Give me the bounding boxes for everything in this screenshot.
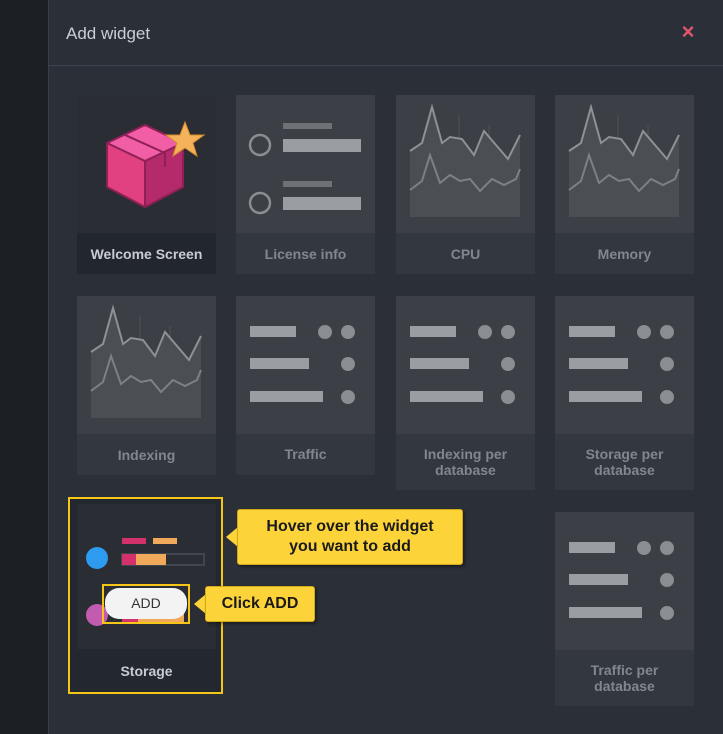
welcome-preview xyxy=(77,95,216,233)
widget-label: Storage xyxy=(120,663,173,679)
widget-welcome-screen[interactable]: Welcome Screen xyxy=(77,95,216,274)
bar-list-icon xyxy=(569,325,674,404)
traffic-preview xyxy=(236,296,375,434)
widget-traffic-per-database[interactable]: Traffic per database xyxy=(555,512,694,706)
widget-label: Indexing xyxy=(117,447,176,463)
widget-label: Memory xyxy=(597,246,652,262)
storage-preview xyxy=(77,504,216,649)
indexing-preview xyxy=(77,296,216,434)
widget-label: Traffic per database xyxy=(590,662,659,694)
traffic-per-db-preview xyxy=(555,512,694,650)
widget-indexing-per-database[interactable]: Indexing per database xyxy=(396,296,535,490)
widget-traffic[interactable]: Traffic xyxy=(236,296,375,475)
widget-label: CPU xyxy=(450,246,481,262)
close-icon[interactable]: × xyxy=(677,20,699,44)
widget-memory[interactable]: Memory xyxy=(555,95,694,274)
widget-license-info[interactable]: License info xyxy=(236,95,375,274)
widget-indexing[interactable]: Indexing xyxy=(77,296,216,475)
license-list-icon xyxy=(248,123,361,215)
storage-per-db-preview xyxy=(555,296,694,434)
memory-preview xyxy=(555,95,694,233)
box-star-icon xyxy=(106,120,206,209)
storage-bars-icon xyxy=(86,538,205,626)
bar-list-icon xyxy=(569,541,674,620)
dialog-title: Add widget xyxy=(66,24,151,43)
widget-label: Storage per database xyxy=(585,446,664,478)
add-widget-dialog: Add widget × Welcome Screen License info… xyxy=(48,0,723,734)
indexing-per-db-preview xyxy=(396,296,535,434)
bar-list-icon xyxy=(250,325,355,404)
widget-label: License info xyxy=(264,246,347,262)
click-callout: Click ADD xyxy=(205,586,315,622)
cpu-preview xyxy=(396,95,535,233)
dialog-header: Add widget × xyxy=(49,0,723,66)
widget-label: Traffic xyxy=(284,446,327,462)
widget-label: Indexing per database xyxy=(423,446,508,478)
hover-callout: Hover over the widget you want to add xyxy=(237,509,463,565)
line-graph-icon xyxy=(409,103,521,217)
widget-storage-per-database[interactable]: Storage per database xyxy=(555,296,694,490)
line-graph-icon xyxy=(90,304,202,418)
widget-label: Welcome Screen xyxy=(90,246,203,262)
add-button[interactable]: ADD xyxy=(105,588,187,619)
license-preview xyxy=(236,95,375,233)
widget-cpu[interactable]: CPU xyxy=(396,95,535,274)
line-graph-icon xyxy=(568,103,680,217)
bar-list-icon xyxy=(410,325,515,404)
